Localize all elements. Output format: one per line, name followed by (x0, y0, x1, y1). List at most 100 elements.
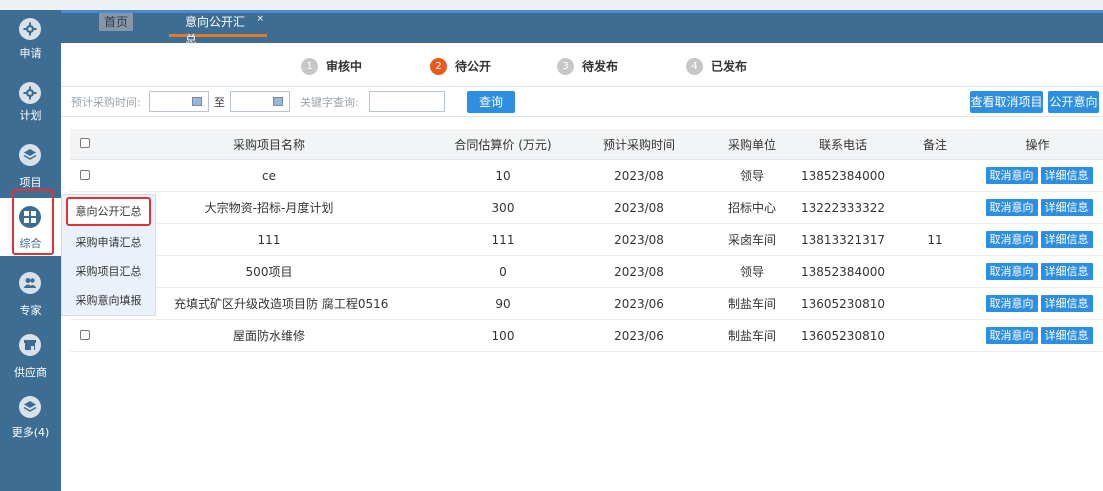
step-label: 已发布 (711, 59, 748, 74)
layers-icon (19, 396, 41, 418)
step-number: 3 (557, 58, 574, 75)
step-label: 待公开 (455, 59, 492, 74)
sidebar-label: 更多(4) (11, 426, 50, 439)
cell-name: ce (94, 159, 444, 192)
sidebar-item-plan[interactable]: 计划 (0, 76, 61, 130)
column-header-note: 备注 (898, 129, 972, 160)
cell-price: 111 (444, 223, 562, 256)
submenu-item-project-summary[interactable]: 采购项目汇总 (62, 257, 155, 286)
sidebar-label: 供应商 (14, 366, 47, 379)
gear-icon (19, 82, 41, 104)
calendar-icon[interactable] (192, 97, 202, 106)
keyword-label: 关键字查询: (300, 96, 359, 109)
cell-time: 2023/08 (562, 223, 716, 256)
table-row: 大宗物资-招标-月度计划 300 2023/08 招标中心 1322233332… (70, 191, 1103, 224)
cell-note (898, 255, 972, 288)
step-reviewing[interactable]: 1 审核中 (301, 56, 362, 76)
cell-price: 100 (444, 319, 562, 352)
sidebar-item-project[interactable]: 项目 (0, 138, 61, 192)
cancel-intent-button[interactable]: 取消意向 (985, 327, 1038, 344)
cell-price: 90 (444, 287, 562, 320)
column-header-unit: 采购单位 (716, 129, 788, 160)
cancel-intent-button[interactable]: 取消意向 (985, 199, 1038, 216)
cell-phone: 13852384000 (788, 159, 898, 192)
step-pending-public[interactable]: 2 待公开 (430, 56, 491, 76)
step-number: 2 (430, 58, 447, 75)
cell-actions: 取消意向 详细信息 (972, 319, 1103, 352)
cell-note (898, 159, 972, 192)
submenu-item-apply-summary[interactable]: 采购申请汇总 (62, 228, 155, 257)
cell-phone: 13605230810 (788, 319, 898, 352)
search-button[interactable]: 查询 (467, 91, 515, 113)
detail-button[interactable]: 详细信息 (1040, 263, 1093, 280)
step-released[interactable]: 4 已发布 (686, 56, 747, 76)
sidebar-item-experts[interactable]: 专家 (0, 266, 61, 320)
cell-unit: 采卤车间 (716, 223, 788, 256)
step-pending-release[interactable]: 3 待发布 (557, 56, 618, 76)
sidebar-item-more[interactable]: 更多(4) (0, 390, 61, 444)
submenu-item-intent-fill[interactable]: 采购意向填报 (62, 286, 155, 315)
end-date-input[interactable] (230, 91, 290, 112)
cell-time: 2023/08 (562, 191, 716, 224)
cell-time: 2023/08 (562, 255, 716, 288)
cell-unit: 制盐车间 (716, 319, 788, 352)
cancel-intent-button[interactable]: 取消意向 (985, 263, 1038, 280)
gear-icon (19, 18, 41, 40)
tab-label: 意向公开汇总 (185, 15, 246, 47)
cell-unit: 制盐车间 (716, 287, 788, 320)
users-icon (19, 272, 41, 294)
row-checkbox[interactable] (70, 159, 94, 192)
cell-price: 10 (444, 159, 562, 192)
tab-close-icon[interactable]: × (256, 10, 264, 28)
select-all-checkbox[interactable] (70, 129, 94, 160)
table-row: 充填式矿区升级改造项目防 腐工程0516 90 2023/06 制盐车间 136… (70, 287, 1103, 320)
cell-unit: 招标中心 (716, 191, 788, 224)
table-row: 500项目 0 2023/08 领导 13852384000 取消意向 详细信息 (70, 255, 1103, 288)
cell-actions: 取消意向 详细信息 (972, 159, 1103, 192)
cell-price: 300 (444, 191, 562, 224)
cancel-intent-button[interactable]: 取消意向 (985, 167, 1038, 184)
cell-phone: 13605230810 (788, 287, 898, 320)
column-header-phone: 联系电话 (788, 129, 898, 160)
tab-home[interactable]: 首页 (99, 13, 133, 31)
step-number: 1 (301, 58, 318, 75)
step-label: 审核中 (326, 59, 363, 74)
cell-time: 2023/06 (562, 319, 716, 352)
detail-button[interactable]: 详细信息 (1040, 167, 1093, 184)
detail-button[interactable]: 详细信息 (1040, 199, 1093, 216)
table-row: 屋面防水维修 100 2023/06 制盐车间 13605230810 取消意向… (70, 319, 1103, 352)
cell-phone: 13852384000 (788, 255, 898, 288)
column-header-name: 采购项目名称 (94, 129, 444, 160)
cell-actions: 取消意向 详细信息 (972, 191, 1103, 224)
column-header-time: 预计采购时间 (562, 129, 716, 160)
cell-actions: 取消意向 详细信息 (972, 287, 1103, 320)
start-date-input[interactable] (149, 91, 209, 112)
submenu-item-intent-summary[interactable]: 意向公开汇总 (66, 197, 151, 226)
table-header-row: 采购项目名称 合同估算价 (万元) 预计采购时间 采购单位 联系电话 备注 操作 (70, 129, 1103, 160)
row-checkbox[interactable] (70, 319, 94, 352)
sidebar-item-suppliers[interactable]: 供应商 (0, 328, 61, 382)
tab-intent-summary[interactable]: 意向公开汇总 × (169, 10, 267, 47)
publish-intent-button[interactable]: 公开意向 (1048, 91, 1099, 113)
detail-button[interactable]: 详细信息 (1040, 295, 1093, 312)
filter-bar: 预计采购时间: 至 关键字查询: 查询 查看取消项目 公开意向 (61, 86, 1103, 117)
detail-button[interactable]: 详细信息 (1040, 327, 1093, 344)
column-header-actions: 操作 (972, 129, 1103, 160)
sidebar-label: 计划 (19, 109, 42, 122)
detail-button[interactable]: 详细信息 (1040, 231, 1093, 248)
summary-submenu: 意向公开汇总 采购申请汇总 采购项目汇总 采购意向填报 (61, 194, 156, 316)
view-cancelled-button[interactable]: 查看取消项目 (970, 91, 1043, 113)
cancel-intent-button[interactable]: 取消意向 (985, 295, 1038, 312)
keyword-input[interactable] (369, 91, 445, 112)
sidebar-label: 项目 (19, 176, 42, 189)
progress-steps: 1 审核中 2 待公开 3 待发布 4 已发布 (0, 56, 1103, 78)
cell-actions: 取消意向 详细信息 (972, 255, 1103, 288)
sidebar-selection-highlight (12, 189, 54, 255)
step-label: 待发布 (582, 59, 619, 74)
intent-table: 采购项目名称 合同估算价 (万元) 预计采购时间 采购单位 联系电话 备注 操作… (70, 129, 1103, 352)
cancel-intent-button[interactable]: 取消意向 (985, 231, 1038, 248)
calendar-icon[interactable] (273, 97, 283, 106)
cell-time: 2023/06 (562, 287, 716, 320)
cell-note (898, 319, 972, 352)
cell-price: 0 (444, 255, 562, 288)
